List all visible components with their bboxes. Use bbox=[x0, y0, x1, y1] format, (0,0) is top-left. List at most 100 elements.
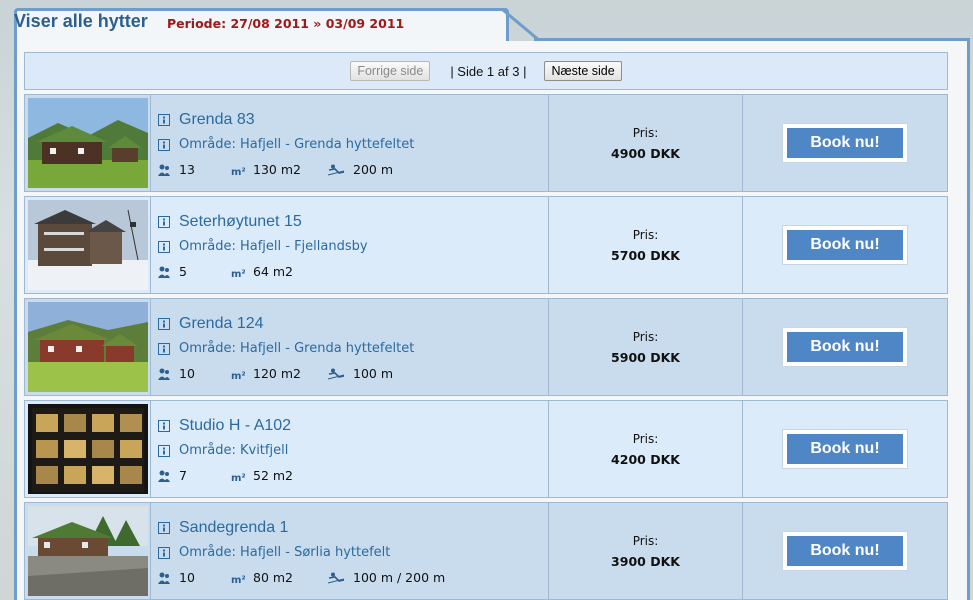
info-icon bbox=[157, 342, 171, 356]
price-value: 3900 DKK bbox=[611, 553, 680, 569]
book-cell: Book nu! bbox=[743, 299, 947, 395]
size-value: 120 m2 bbox=[253, 366, 301, 381]
period-label: Periode: 27/08 2011 » 03/09 2011 bbox=[167, 16, 405, 31]
cabin-photo[interactable] bbox=[28, 200, 148, 290]
price-label: Pris: bbox=[632, 533, 659, 548]
price-cell: Pris: 5700 DKK bbox=[549, 197, 743, 293]
price-value: 5900 DKK bbox=[611, 349, 680, 365]
book-button[interactable]: Book nu! bbox=[782, 531, 908, 571]
info-cell: Grenda 83 Område: Hafjell - Grenda hytte… bbox=[151, 95, 549, 191]
info-icon bbox=[157, 113, 171, 127]
price-value: 4200 DKK bbox=[611, 451, 680, 467]
price-cell: Pris: 5900 DKK bbox=[549, 299, 743, 395]
info-icon bbox=[157, 419, 171, 433]
svg-text:m²: m² bbox=[231, 575, 245, 584]
price-value: 5700 DKK bbox=[611, 247, 680, 263]
svg-text:m²: m² bbox=[231, 167, 245, 176]
price-label: Pris: bbox=[632, 431, 659, 446]
cabin-name[interactable]: Grenda 124 bbox=[179, 315, 264, 333]
distance-value: 100 m / 200 m bbox=[353, 570, 446, 585]
m2-icon: m² bbox=[231, 163, 245, 177]
book-button-label[interactable]: Book nu! bbox=[787, 332, 903, 362]
cabin-name[interactable]: Grenda 83 bbox=[179, 111, 255, 129]
cabin-photo[interactable] bbox=[28, 302, 148, 392]
distance-value: 200 m bbox=[353, 162, 394, 177]
book-button-label[interactable]: Book nu! bbox=[787, 128, 903, 158]
persons-count: 13 bbox=[179, 162, 195, 177]
book-button-label[interactable]: Book nu! bbox=[787, 536, 903, 566]
info-icon bbox=[157, 444, 171, 458]
book-cell: Book nu! bbox=[743, 95, 947, 191]
prev-page-button[interactable]: Forrige side bbox=[350, 61, 431, 81]
persons-icon bbox=[157, 469, 171, 483]
book-cell: Book nu! bbox=[743, 503, 947, 599]
book-button[interactable]: Book nu! bbox=[782, 225, 908, 265]
m2-icon: m² bbox=[231, 571, 245, 585]
info-icon bbox=[157, 240, 171, 254]
persons-count: 5 bbox=[179, 264, 187, 279]
listing-row: Studio H - A102 Område: Kvitfjell 7 m² 5… bbox=[24, 400, 948, 498]
book-button[interactable]: Book nu! bbox=[782, 123, 908, 163]
svg-text:m²: m² bbox=[231, 371, 245, 380]
pager: Forrige side | Side 1 af 3 | Næste side bbox=[24, 52, 948, 90]
book-button-label[interactable]: Book nu! bbox=[787, 434, 903, 464]
cabin-photo[interactable] bbox=[28, 506, 148, 596]
cabin-area: Område: Hafjell - Sørlia hyttefelt bbox=[179, 545, 391, 560]
skier-icon bbox=[327, 367, 345, 381]
listing-row: Sandegrenda 1 Område: Hafjell - Sørlia h… bbox=[24, 502, 948, 600]
info-icon bbox=[157, 215, 171, 229]
price-cell: Pris: 3900 DKK bbox=[549, 503, 743, 599]
page-info: | Side 1 af 3 | bbox=[450, 63, 527, 79]
info-icon bbox=[157, 317, 171, 331]
size-value: 80 m2 bbox=[253, 570, 294, 585]
cabin-name[interactable]: Sandegrenda 1 bbox=[179, 519, 288, 537]
info-cell: Seterhøytunet 15 Område: Hafjell - Fjell… bbox=[151, 197, 549, 293]
info-cell: Studio H - A102 Område: Kvitfjell 7 m² 5… bbox=[151, 401, 549, 497]
cabin-area: Område: Hafjell - Fjellandsby bbox=[179, 239, 368, 254]
book-button[interactable]: Book nu! bbox=[782, 327, 908, 367]
listing-row: Grenda 124 Område: Hafjell - Grenda hytt… bbox=[24, 298, 948, 396]
info-icon bbox=[157, 546, 171, 560]
photo-cell bbox=[25, 197, 151, 293]
photo-cell bbox=[25, 503, 151, 599]
info-cell: Grenda 124 Område: Hafjell - Grenda hytt… bbox=[151, 299, 549, 395]
svg-text:m²: m² bbox=[231, 473, 245, 482]
skier-icon bbox=[327, 571, 345, 585]
persons-icon bbox=[157, 265, 171, 279]
cabin-name[interactable]: Seterhøytunet 15 bbox=[179, 213, 302, 231]
m2-icon: m² bbox=[231, 367, 245, 381]
size-value: 52 m2 bbox=[253, 468, 294, 483]
page-title: Viser alle hytter bbox=[14, 11, 148, 31]
photo-cell bbox=[25, 95, 151, 191]
listing-row: Seterhøytunet 15 Område: Hafjell - Fjell… bbox=[24, 196, 948, 294]
cabin-photo[interactable] bbox=[28, 98, 148, 188]
price-label: Pris: bbox=[632, 227, 659, 242]
book-button[interactable]: Book nu! bbox=[782, 429, 908, 469]
info-icon bbox=[157, 521, 171, 535]
size-value: 130 m2 bbox=[253, 162, 301, 177]
listing-row: Grenda 83 Område: Hafjell - Grenda hytte… bbox=[24, 94, 948, 192]
cabin-photo[interactable] bbox=[28, 404, 148, 494]
price-cell: Pris: 4200 DKK bbox=[549, 401, 743, 497]
svg-text:m²: m² bbox=[231, 269, 245, 278]
cabin-area: Område: Kvitfjell bbox=[179, 443, 289, 458]
price-value: 4900 DKK bbox=[611, 145, 680, 161]
book-button-label[interactable]: Book nu! bbox=[787, 230, 903, 260]
persons-icon bbox=[157, 571, 171, 585]
persons-count: 10 bbox=[179, 570, 195, 585]
price-label: Pris: bbox=[632, 125, 659, 140]
m2-icon: m² bbox=[231, 469, 245, 483]
photo-cell bbox=[25, 299, 151, 395]
book-cell: Book nu! bbox=[743, 197, 947, 293]
info-icon bbox=[157, 138, 171, 152]
price-cell: Pris: 4900 DKK bbox=[549, 95, 743, 191]
m2-icon: m² bbox=[231, 265, 245, 279]
persons-icon bbox=[157, 367, 171, 381]
cabin-area: Område: Hafjell - Grenda hyttefeltet bbox=[179, 137, 415, 152]
next-page-button[interactable]: Næste side bbox=[544, 61, 622, 81]
distance-value: 100 m bbox=[353, 366, 394, 381]
cabin-name[interactable]: Studio H - A102 bbox=[179, 417, 291, 435]
cabin-area: Område: Hafjell - Grenda hyttefeltet bbox=[179, 341, 415, 356]
persons-icon bbox=[157, 163, 171, 177]
price-label: Pris: bbox=[632, 329, 659, 344]
